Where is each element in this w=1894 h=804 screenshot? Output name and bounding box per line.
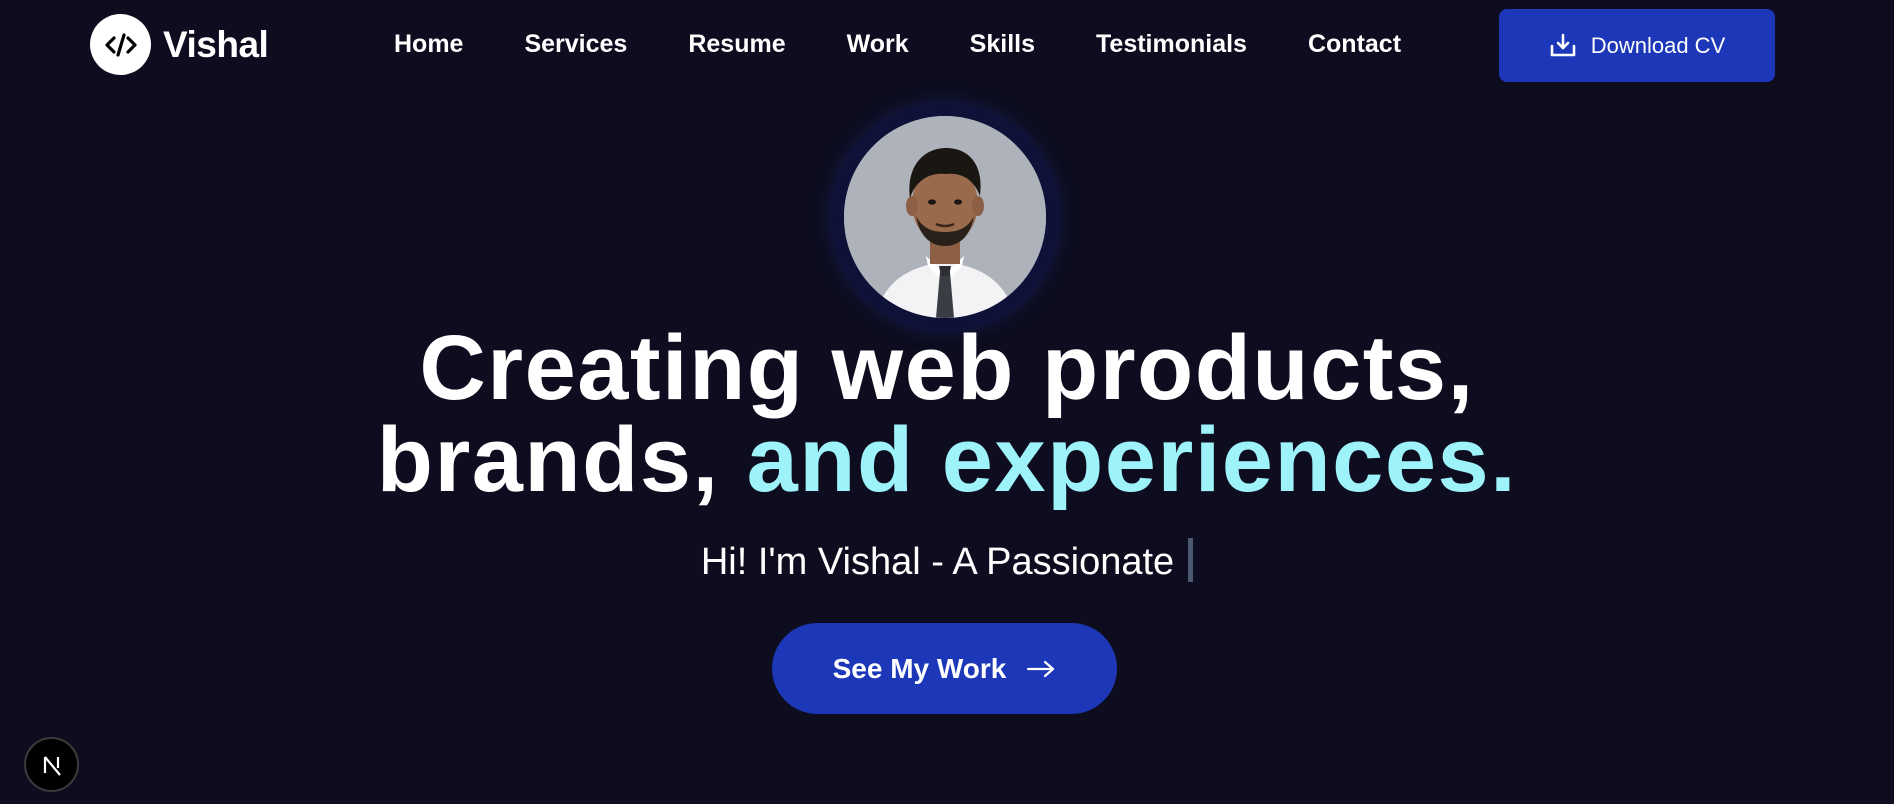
headline-line-2: brands, and experiences. [0, 414, 1894, 506]
download-cv-button[interactable]: Download CV [1499, 9, 1775, 82]
nav-home[interactable]: Home [394, 28, 463, 60]
download-cv-label: Download CV [1590, 32, 1726, 58]
hero-subline: Hi! I'm Vishal - A Passionate [0, 538, 1894, 584]
see-my-work-label: See My Work [832, 652, 1007, 684]
n-logo-icon [43, 755, 61, 776]
download-icon [1549, 33, 1577, 59]
typewriter-text: Hi! I'm Vishal - A Passionate [700, 541, 1175, 583]
nav-resume[interactable]: Resume [688, 28, 785, 60]
brand-name: Vishal [163, 23, 269, 65]
hero-headline: Creating web products, brands, and exper… [0, 322, 1894, 506]
nav-skills[interactable]: Skills [970, 28, 1035, 60]
see-my-work-button[interactable]: See My Work [772, 623, 1117, 714]
code-icon [90, 14, 151, 75]
nav-contact[interactable]: Contact [1308, 28, 1401, 60]
avatar-frame [832, 104, 1058, 330]
nav-work[interactable]: Work [847, 28, 909, 60]
headline-line-2-white: brands, [376, 409, 747, 511]
page: Vishal Home Services Resume Work Skills … [0, 0, 1894, 804]
main-nav: Home Services Resume Work Skills Testimo… [394, 28, 1401, 60]
nextjs-badge[interactable] [24, 737, 79, 792]
headline-line-1: Creating web products, [419, 317, 1475, 419]
headline-accent: and experiences. [746, 409, 1518, 511]
arrow-right-icon [1026, 660, 1056, 678]
nav-services[interactable]: Services [524, 28, 627, 60]
nav-testimonials[interactable]: Testimonials [1096, 28, 1247, 60]
brand-logo[interactable]: Vishal [90, 14, 269, 75]
profile-photo [844, 116, 1046, 318]
typing-cursor [1188, 538, 1194, 582]
